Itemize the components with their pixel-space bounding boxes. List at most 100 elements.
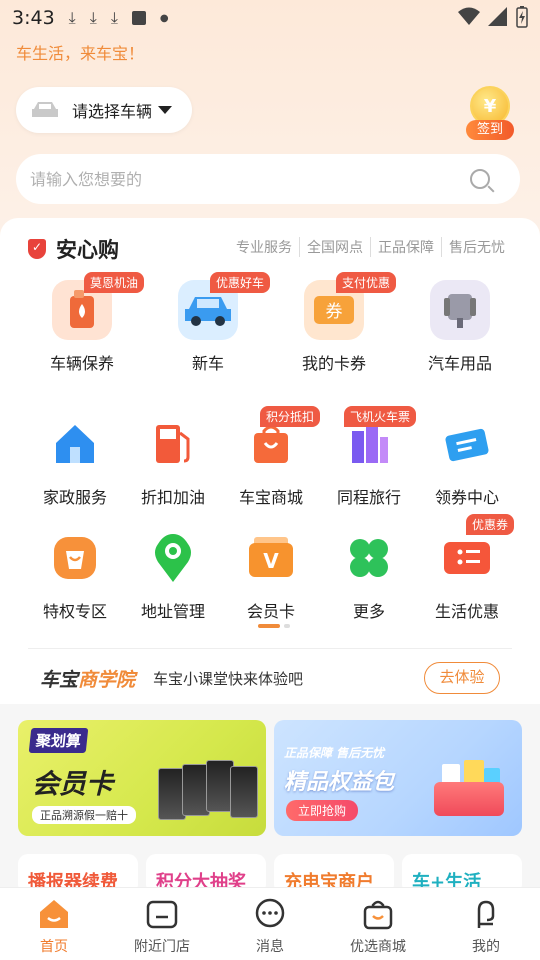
academy-bar: 车宝商学院 车宝小课堂快来体验吧 去体验 [40, 658, 500, 698]
buy-now-button[interactable]: 立即抢购 [286, 800, 359, 821]
banner-title: 会员卡 [32, 769, 113, 800]
try-button[interactable]: 去体验 [424, 662, 500, 694]
banner-tag: 正品保障 售后无忧 [284, 746, 385, 760]
font-icon [131, 11, 146, 25]
status-time: 3:43 [12, 7, 55, 29]
car-icon [32, 102, 58, 117]
slogan: 车生活，来车宝！ [16, 44, 145, 63]
tab-messages[interactable]: 消息 [216, 888, 324, 960]
banner-tag: 聚划算 [28, 728, 89, 753]
section-title: 安心购 [28, 234, 119, 264]
status-bar: 3:43 ⤓ ⤓ ⤓ ● [0, 0, 540, 36]
deals-icon [437, 528, 497, 588]
service-item-more[interactable]: 更多 [322, 528, 416, 622]
page-indicator [258, 624, 290, 628]
service-badge: 优惠券 [466, 514, 515, 535]
service-label: 折扣加油 [140, 488, 205, 507]
guarantee-item: 全国网点 [299, 237, 370, 257]
tab-label: 首页 [40, 939, 68, 955]
svg-text:券: 券 [326, 302, 343, 322]
search-icon[interactable] [470, 169, 490, 189]
service-item-coupon-center[interactable]: 领券中心 [420, 414, 514, 508]
search-input[interactable] [30, 169, 450, 189]
service-label: 车宝商城 [238, 488, 303, 507]
bottom-tab-bar: 首页 附近门店 消息 优选商城 我的 [0, 887, 540, 960]
service-item-maintenance[interactable]: 车辆保养 莫恩机油 [42, 272, 145, 374]
chevron-down-icon [158, 106, 173, 114]
service-item-travel[interactable]: 同程旅行 飞机火车票 [322, 406, 417, 508]
service-badge: 优惠好车 [210, 272, 271, 293]
tab-home[interactable]: 首页 [0, 888, 108, 960]
banner-title: 精品权益包 [284, 770, 395, 795]
tab-label: 附近门店 [134, 939, 190, 955]
membership-card-icon: V [241, 528, 301, 588]
divider [28, 648, 512, 649]
academy-desc: 车宝小课堂快来体验吧 [153, 669, 304, 688]
download-icon: ⤓ [68, 8, 76, 27]
system-icons [458, 6, 528, 28]
profile-icon [477, 900, 495, 928]
more-icon [339, 528, 399, 588]
service-label: 车辆保养 [49, 354, 114, 373]
service-label: 生活优惠 [434, 602, 499, 621]
signal-icon [488, 7, 507, 26]
house-icon [45, 414, 105, 474]
guarantee-item: 专业服务 [236, 240, 292, 256]
guarantee-item: 正品保障 [370, 237, 441, 257]
tab-label: 优选商城 [350, 939, 406, 955]
shield-icon [28, 239, 46, 259]
service-label: 地址管理 [140, 602, 205, 621]
service-item-mall[interactable]: 车宝商城 积分抵扣 [224, 406, 321, 508]
banner-note: 正品溯源假一赔十 [32, 806, 136, 824]
service-badge: 积分抵扣 [260, 406, 321, 427]
service-item-life-deals[interactable]: 生活优惠 优惠券 [420, 514, 515, 622]
shopping-bag-icon [363, 900, 393, 930]
service-badge: 飞机火车票 [344, 406, 417, 427]
dot-icon: ● [159, 12, 169, 24]
main-card: 安心购 专业服务 全国网点 正品保障 售后无忧 车辆保养 莫恩机油 新车 优惠好… [0, 218, 540, 704]
message-icon [255, 898, 285, 928]
service-item-car-accessories[interactable]: 汽车用品 [420, 280, 500, 374]
location-pin-icon [143, 528, 203, 588]
tab-mall[interactable]: 优选商城 [324, 888, 432, 960]
checkin-button[interactable]: ¥ 签到 [462, 86, 518, 142]
notification-icons: ⤓ ⤓ ⤓ ● [69, 8, 169, 28]
service-badge: 支付优惠 [336, 272, 397, 293]
service-label: 汽车用品 [427, 354, 492, 373]
service-item-housekeeping[interactable]: 家政服务 [28, 414, 122, 508]
service-item-new-car[interactable]: 新车 优惠好车 [168, 272, 271, 374]
guarantee-item: 售后无忧 [441, 237, 512, 257]
tab-nearby-stores[interactable]: 附近门店 [108, 888, 216, 960]
product-cards-image [158, 760, 258, 820]
service-item-address[interactable]: 地址管理 [126, 528, 220, 622]
svg-text:V: V [263, 549, 279, 573]
service-label: 新车 [191, 354, 224, 373]
battery-icon [516, 6, 528, 28]
service-label: 更多 [352, 602, 385, 621]
service-item-coupons[interactable]: 券 我的卡券 支付优惠 [294, 272, 397, 374]
download-icon: ⤓ [110, 8, 118, 27]
academy-brand: 车宝商学院 [40, 668, 136, 691]
gift-box-image [424, 760, 510, 820]
member-card-banner[interactable]: 聚划算 会员卡 正品溯源假一赔十 [18, 720, 266, 836]
service-item-privilege[interactable]: 特权专区 [28, 528, 122, 622]
search-bar[interactable] [16, 154, 520, 204]
service-item-membership[interactable]: V 会员卡 [224, 528, 318, 622]
tab-label: 我的 [472, 939, 500, 955]
privilege-bag-icon [45, 528, 105, 588]
vehicle-select-label: 请选择车辆 [72, 102, 153, 121]
checkin-label: 签到 [466, 120, 514, 140]
guarantee-list: 专业服务 全国网点 正品保障 售后无忧 [229, 237, 512, 257]
wifi-icon [458, 7, 480, 25]
service-label: 同程旅行 [336, 488, 401, 507]
vehicle-select-button[interactable]: 请选择车辆 [16, 87, 192, 133]
ticket-icon [437, 414, 497, 474]
benefits-pack-banner[interactable]: 正品保障 售后无忧 精品权益包 立即抢购 [274, 720, 522, 836]
service-badge: 莫恩机油 [84, 272, 145, 293]
home-icon [40, 900, 68, 928]
service-label: 会员卡 [246, 602, 295, 621]
service-item-fuel-discount[interactable]: 折扣加油 [126, 414, 220, 508]
phone-mount-icon [430, 280, 490, 340]
download-icon: ⤓ [89, 8, 97, 27]
tab-profile[interactable]: 我的 [432, 888, 540, 960]
